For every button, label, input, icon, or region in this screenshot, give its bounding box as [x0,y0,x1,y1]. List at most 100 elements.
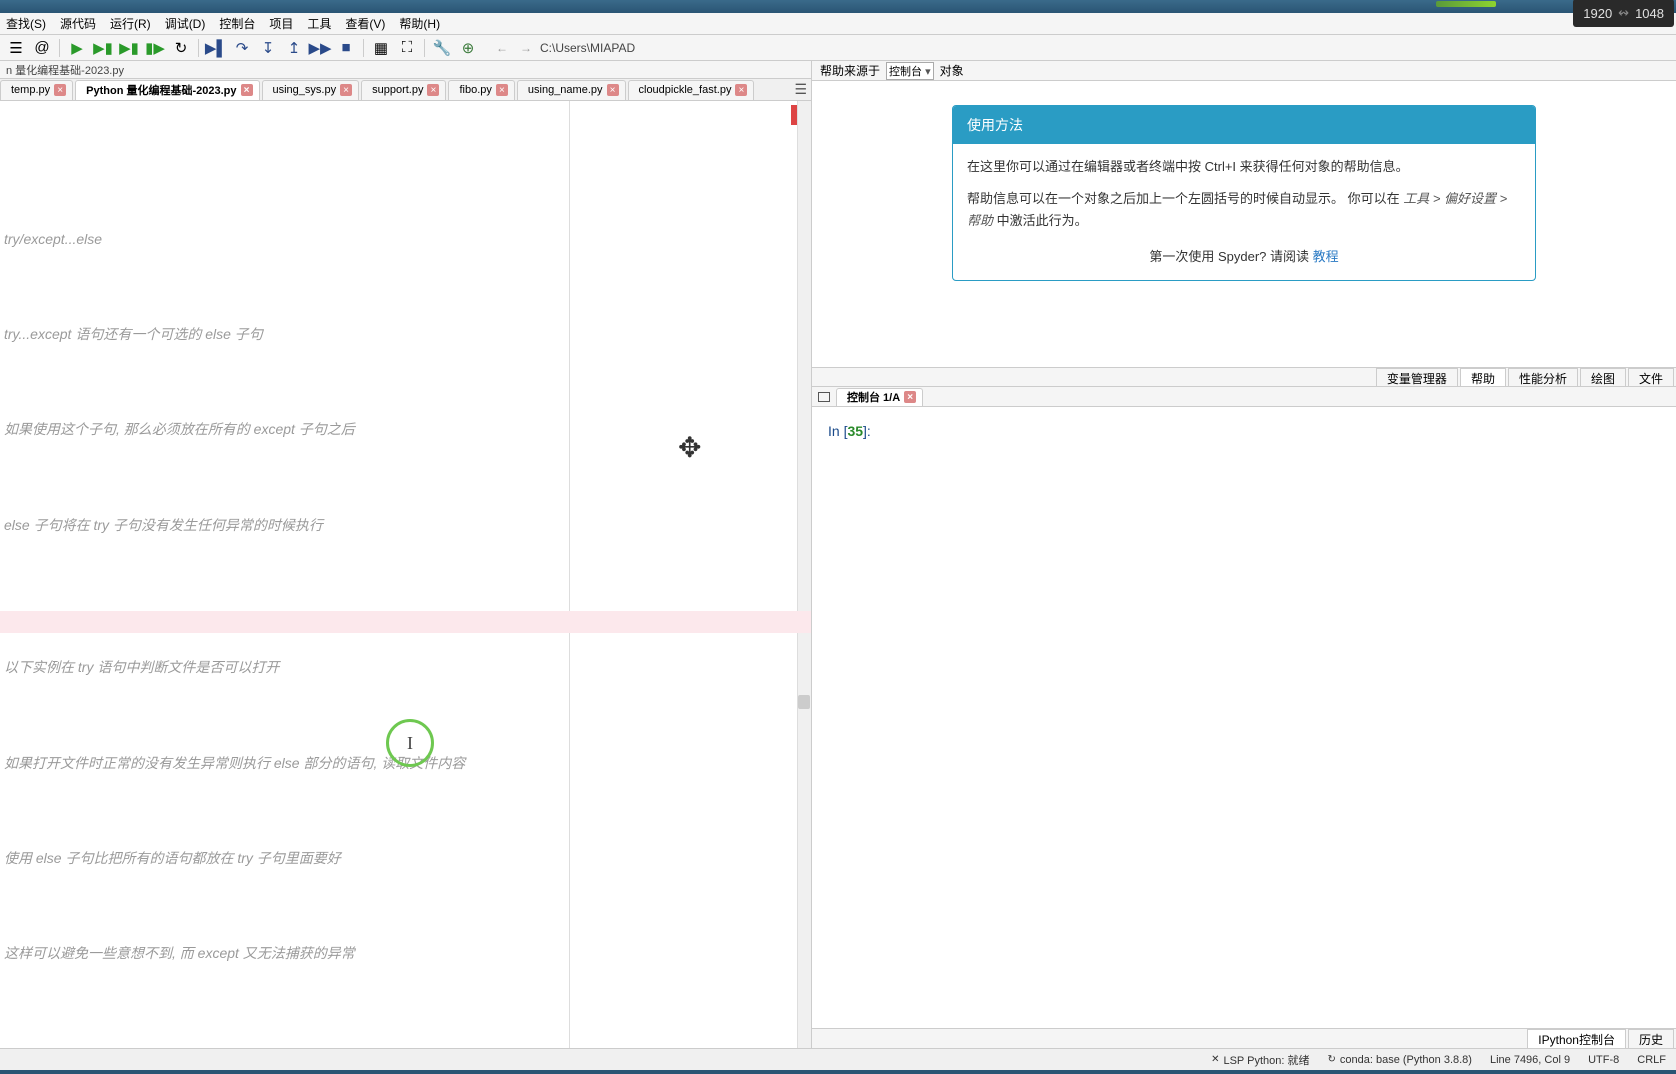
pane-tab-ipython[interactable]: IPython控制台 [1527,1029,1626,1048]
close-icon[interactable] [427,84,439,96]
continue-icon[interactable]: ▶▶ [308,37,332,59]
console-tab[interactable]: 控制台 1/A [836,388,923,406]
wrench-icon[interactable]: 🔧 [430,37,454,59]
menu-view[interactable]: 查看(V) [345,15,385,32]
encoding: UTF-8 [1588,1054,1619,1066]
menu-debug[interactable]: 调试(D) [165,15,206,32]
step-icon[interactable]: ↷ [230,37,254,59]
pane-tab-profile[interactable]: 性能分析 [1508,368,1578,386]
menu-find[interactable]: 查找(S) [6,15,46,32]
width-value: 1920 [1583,6,1612,21]
maximize-icon[interactable] [818,392,830,402]
cursor-highlight [386,719,434,767]
close-icon[interactable] [735,84,747,96]
close-icon[interactable] [904,391,916,403]
help-source-select[interactable]: 控制台 [886,62,934,80]
pane-tab-help[interactable]: 帮助 [1460,368,1506,386]
tab-label: fibo.py [459,84,491,96]
help-text: 帮助信息可以在一个对象之后加上一个左圆括号的时候自动显示。 你可以在 工具 > … [967,188,1521,232]
close-icon[interactable] [607,84,619,96]
tutorial-link[interactable]: 教程 [1313,249,1339,264]
tab-temp[interactable]: temp.py [0,80,73,100]
step-in-icon[interactable]: ↧ [256,37,280,59]
run-cell-icon[interactable]: ▶▮ [91,37,115,59]
path-bar: ← → C:\Users\MIAPAD [492,41,635,55]
indent-icon[interactable]: ☰ [4,37,28,59]
help-pane-tabs: 变量管理器 帮助 性能分析 绘图 文件 [812,367,1676,387]
in-prompt: In [ [828,423,847,439]
rerun-icon[interactable]: ↻ [169,37,193,59]
menu-project[interactable]: 项目 [269,15,293,32]
pane-tab-plot[interactable]: 绘图 [1580,368,1626,386]
file-title-bar: n 量化编程基础-2023.py [0,61,811,79]
at-icon[interactable]: @ [30,37,54,59]
conda-status: ↻conda: base (Python 3.8.8) [1327,1054,1471,1066]
python-icon[interactable]: ⊕ [456,37,480,59]
tab-menu-icon[interactable]: ☰ [794,81,807,98]
tab-main[interactable]: Python 量化编程基础-2023.py [75,80,259,100]
tab-fibo[interactable]: fibo.py [448,80,514,100]
menu-run[interactable]: 运行(R) [110,15,151,32]
help-text: 在这里你可以通过在编辑器或者终端中按 Ctrl+I 来获得任何对象的帮助信息。 [967,156,1521,178]
comment: try...except 语句还有一个可选的 else 子句 [4,323,807,347]
move-cursor-icon: ✥ [678,431,701,464]
separator [59,39,60,57]
tab-label: using_sys.py [273,84,337,96]
help-card: 使用方法 在这里你可以通过在编辑器或者终端中按 Ctrl+I 来获得任何对象的帮… [952,105,1536,281]
code-content[interactable]: try/except...else try...except 语句还有一个可选的… [0,101,811,1048]
close-icon[interactable] [496,84,508,96]
editor-tab-bar: temp.py Python 量化编程基础-2023.py using_sys.… [0,79,811,101]
tab-cloudpickle[interactable]: cloudpickle_fast.py [628,80,755,100]
tab-using-sys[interactable]: using_sys.py [262,80,360,100]
toolbar: ☰ @ ▶ ▶▮ ▶▮ ▮▶ ↻ ▶▌ ↷ ↧ ↥ ▶▶ ■ ▦ ⛶ 🔧 ⊕ ←… [0,35,1676,61]
separator [363,39,364,57]
comment: 以下实例在 try 语句中判断文件是否可以打开 [4,656,807,680]
fullscreen-icon[interactable]: ⛶ [395,37,419,59]
pane-tab-file[interactable]: 文件 [1628,368,1674,386]
tab-label: temp.py [11,84,50,96]
grid-icon[interactable]: ▦ [369,37,393,59]
cursor-position: Line 7496, Col 9 [1490,1054,1570,1066]
title-bar: 1920 1048 [0,0,1676,13]
line-ending: CRLF [1637,1054,1666,1066]
menu-console[interactable]: 控制台 [219,15,255,32]
run-selection-icon[interactable]: ▮▶ [143,37,167,59]
run-cell-advance-icon[interactable]: ▶▮ [117,37,141,59]
tab-label: cloudpickle_fast.py [639,84,732,96]
menu-tools[interactable]: 工具 [307,15,331,32]
menu-source[interactable]: 源代码 [60,15,96,32]
comment: try/except...else [4,228,807,252]
help-body: 使用方法 在这里你可以通过在编辑器或者终端中按 Ctrl+I 来获得任何对象的帮… [812,81,1676,367]
pane-tab-history[interactable]: 历史 [1628,1029,1674,1048]
in-suffix: ]: [863,423,871,439]
run-icon[interactable]: ▶ [65,37,89,59]
back-icon[interactable]: ← [492,41,512,55]
help-card-body: 在这里你可以通过在编辑器或者终端中按 Ctrl+I 来获得任何对象的帮助信息。 … [953,144,1535,280]
title-indicator [1436,1,1496,7]
link-icon [1618,5,1629,21]
debug-icon[interactable]: ▶▌ [204,37,228,59]
stop-icon[interactable]: ■ [334,37,358,59]
tab-using-name[interactable]: using_name.py [517,80,626,100]
comment: 这样可以避免一些意想不到, 而 except 又无法捕获的异常 [4,942,807,966]
forward-icon[interactable]: → [516,41,536,55]
height-value: 1048 [1635,6,1664,21]
code-editor[interactable]: ✥ try/except...else try...except 语句还有一个可… [0,101,811,1048]
menu-bar: 查找(S) 源代码 运行(R) 调试(D) 控制台 项目 工具 查看(V) 帮助… [0,13,1676,35]
close-icon[interactable] [340,84,352,96]
menu-help[interactable]: 帮助(H) [399,15,440,32]
close-icon[interactable] [54,84,66,96]
right-panel: 帮助来源于 控制台 对象 使用方法 在这里你可以通过在编辑器或者终端中按 Ctr… [812,61,1676,1048]
tab-support[interactable]: support.py [361,80,446,100]
separator [424,39,425,57]
current-path: C:\Users\MIAPAD [540,41,635,55]
help-object-label: 对象 [940,62,964,79]
pane-tab-variable[interactable]: 变量管理器 [1376,368,1458,386]
comment: 使用 else 子句比把所有的语句都放在 try 子句里面要好 [4,847,807,871]
console-tab-bar: 控制台 1/A [812,387,1676,407]
console[interactable]: In [35]: [812,407,1676,1028]
tab-label: support.py [372,84,423,96]
comment: else 子句将在 try 子句没有发生任何异常的时候执行 [4,514,807,538]
step-out-icon[interactable]: ↥ [282,37,306,59]
close-icon[interactable] [241,84,253,96]
